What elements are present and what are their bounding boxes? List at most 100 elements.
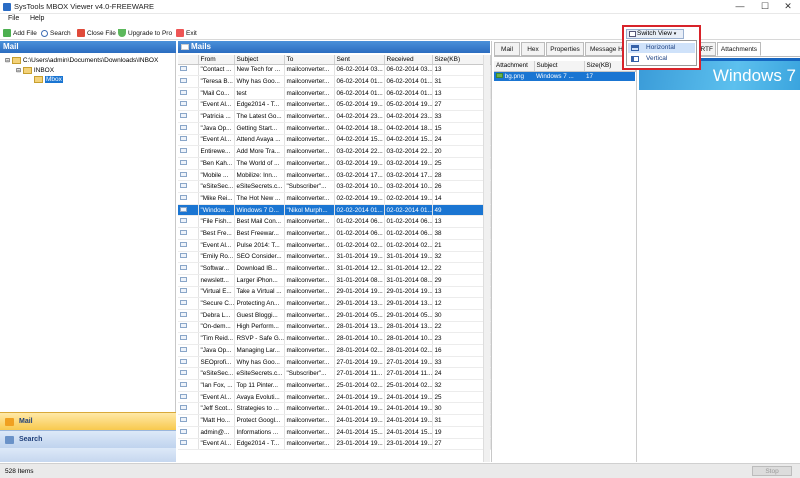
tab-properties[interactable]: Properties (546, 42, 584, 56)
attachment-row[interactable]: bg.png Windows 7 ... 17 (494, 71, 635, 81)
tree-root[interactable]: ⊟ C:\Users\admin\Documents\Downloads\INB… (5, 57, 158, 64)
tab-mail[interactable]: Mail (494, 42, 520, 56)
mail-subject: Add More Tra... (234, 145, 285, 158)
table-row[interactable]: admin@... Informations ... mailconverter..… (178, 426, 491, 439)
table-row[interactable]: "Ben Kah... The World of ... mailconverter… (178, 157, 491, 170)
table-row[interactable]: "Event Al... Avaya Evoluti... mailconverte… (178, 391, 491, 404)
minimize-button[interactable]: — (730, 0, 750, 14)
mail-size: 22 (432, 262, 491, 275)
att-col-name[interactable]: Attachment (494, 61, 535, 72)
table-row[interactable]: "File Fish... Best Mail Con... mailconvert… (178, 215, 491, 229)
mail-sent: 27-01-2014 19... (334, 356, 385, 369)
mail-to: mailconverter... (284, 145, 335, 158)
mail-icon-cell (178, 251, 199, 264)
mail-list-scrollbar[interactable] (483, 55, 490, 462)
table-row[interactable]: "Emily Ro... SEO Consider... mailconverter… (178, 251, 491, 264)
col-received[interactable]: Received (384, 55, 433, 65)
table-row[interactable]: "Best Fre... Best Freewar... mailconverter… (178, 227, 491, 240)
table-row[interactable]: "eSiteSec... eSiteSecrets.c... "Subscriber… (178, 367, 491, 381)
mail-from: "Event Al... (198, 239, 235, 252)
mail-received: 01-02-2014 06... (384, 227, 433, 240)
mail-icon-cell (178, 414, 199, 427)
table-row[interactable]: "Matt Ho... Protect Googl... mailconverter… (178, 414, 491, 427)
table-row[interactable]: "On-dem... High Perform... mailconverter..… (178, 321, 491, 334)
att-col-subject[interactable]: Subject (534, 61, 585, 72)
mail-received: 29-01-2014 05... (384, 309, 433, 322)
mail-received: 31-01-2014 12... (384, 262, 433, 275)
table-row[interactable]: "Mike Rei... The Hot New ... mailconverter… (178, 192, 491, 205)
table-row[interactable]: "Event Al... Attend Avaya ... mailconverte… (178, 134, 491, 147)
envelope-icon (180, 428, 187, 434)
switch-view-button[interactable]: Switch View ▾ (626, 29, 684, 39)
switch-view-horizontal[interactable]: Horizontal (628, 43, 695, 53)
table-row[interactable]: newslett... Larger iPhon... mailconverter.… (178, 274, 491, 287)
menu-help[interactable]: Help (30, 15, 44, 22)
switch-view-vertical[interactable]: Vertical (628, 54, 695, 64)
table-row[interactable]: "Ian Fox, ... Top 11 Pinter... mailconvert… (178, 379, 491, 392)
table-row[interactable]: "Virtual E... Take a Virtual ... mailconve… (178, 286, 491, 299)
mail-size: 16 (432, 344, 491, 357)
menu-file[interactable]: File (8, 15, 19, 22)
table-row[interactable]: "Secure C... Protecting An... mailconverte… (178, 297, 491, 310)
tab-attachments[interactable]: Attachments (717, 42, 761, 56)
mail-sent: 03-02-2014 19... (334, 157, 385, 170)
table-row[interactable]: "Event Al... Edge2014 - T... mailconverter… (178, 438, 491, 451)
nav-mail-button[interactable]: Mail (0, 412, 176, 430)
maximize-button[interactable]: ☐ (755, 0, 775, 14)
table-row[interactable]: "Tim Reid... RSVP - Safe G... mailconverte… (178, 332, 491, 345)
mail-subject: Avaya Evoluti... (234, 391, 285, 404)
close-window-button[interactable]: ✕ (778, 0, 798, 14)
table-row[interactable]: "Event Al... Pulse 2014: T... mailconverte… (178, 239, 491, 252)
tree-mbox[interactable]: Mbox (34, 76, 63, 84)
mail-size: 33 (432, 356, 491, 369)
mail-from: Entirewe... (198, 145, 235, 158)
col-from[interactable]: From (198, 55, 235, 65)
mail-subject: Top 11 Pinter... (234, 379, 285, 392)
mail-to: "Subscriber"... (284, 367, 335, 381)
tree-inbox[interactable]: ⊟ INBOX (16, 67, 54, 74)
table-row[interactable]: "Debra L... Guest Bloggi... mailconverter.… (178, 309, 491, 322)
mail-sent: 28-01-2014 02... (334, 344, 385, 357)
search-button[interactable]: Search (41, 28, 71, 38)
col-icon[interactable] (178, 55, 199, 65)
mail-received: 01-02-2014 02... (384, 239, 433, 252)
mail-from: "Window... (198, 204, 235, 217)
envelope-icon (180, 241, 187, 247)
mail-subject: Download IB... (234, 262, 285, 275)
mail-size: 12 (432, 297, 491, 310)
table-row[interactable]: "Mail Co... test mailconverter... 06-02-201… (178, 87, 491, 100)
table-row[interactable]: "Softwar... Download IB... mailconverter..… (178, 262, 491, 275)
add-file-button[interactable]: Add File (3, 28, 37, 38)
col-sent[interactable]: Sent (334, 55, 385, 65)
table-row[interactable]: "Event Al... Edge2014 - T... mailconverter… (178, 99, 491, 112)
mail-to: mailconverter... (284, 239, 335, 252)
table-row[interactable]: "eSiteSec... eSiteSecrets.c... "Subscriber… (178, 180, 491, 194)
mail-icon-cell (178, 192, 199, 205)
table-row[interactable]: "Teresa B... Why has Goo... mailconverter.… (178, 75, 491, 88)
table-row[interactable]: "Window... Windows 7 D... "Nikol Murph... 0… (178, 204, 491, 217)
table-row[interactable]: "Contact ... New Tech for ... mailconverte… (178, 64, 491, 77)
exit-button[interactable]: Exit (176, 28, 197, 38)
table-row[interactable]: SEOprofi... Why has Goo... mailconverter..… (178, 356, 491, 369)
col-to[interactable]: To (284, 55, 335, 65)
close-file-button[interactable]: Close File (77, 28, 116, 38)
nav-search-button[interactable]: Search (0, 430, 176, 448)
tab-hex[interactable]: Hex (521, 42, 545, 56)
add-file-icon (3, 29, 11, 37)
mail-sent: 28-01-2014 13... (334, 321, 385, 334)
envelope-icon (180, 276, 187, 282)
folder-pane (0, 41, 176, 462)
col-size[interactable]: Size(KB) (432, 55, 491, 65)
attachment-splitter[interactable] (636, 58, 637, 462)
table-row[interactable]: "Mobile ... Mobilize: Inn... mailconverter… (178, 169, 491, 182)
stop-button[interactable]: Stop (752, 466, 792, 476)
upgrade-button[interactable]: Upgrade to Pro (118, 28, 172, 38)
mail-sent: 24-01-2014 15... (334, 426, 385, 439)
table-row[interactable]: "Patricia ... The Latest Go... mailconvert… (178, 110, 491, 123)
table-row[interactable]: "Jeff Scot... Strategies to ... mailconver… (178, 402, 491, 416)
table-row[interactable]: Entirewe... Add More Tra... mailconverter.… (178, 145, 491, 158)
col-subject[interactable]: Subject (234, 55, 285, 65)
table-row[interactable]: "Java Op... Managing Lar... mailconverter.… (178, 344, 491, 357)
mail-received: 29-01-2014 19... (384, 286, 433, 299)
table-row[interactable]: "Java Op... Getting Start... mailconverter… (178, 122, 491, 135)
